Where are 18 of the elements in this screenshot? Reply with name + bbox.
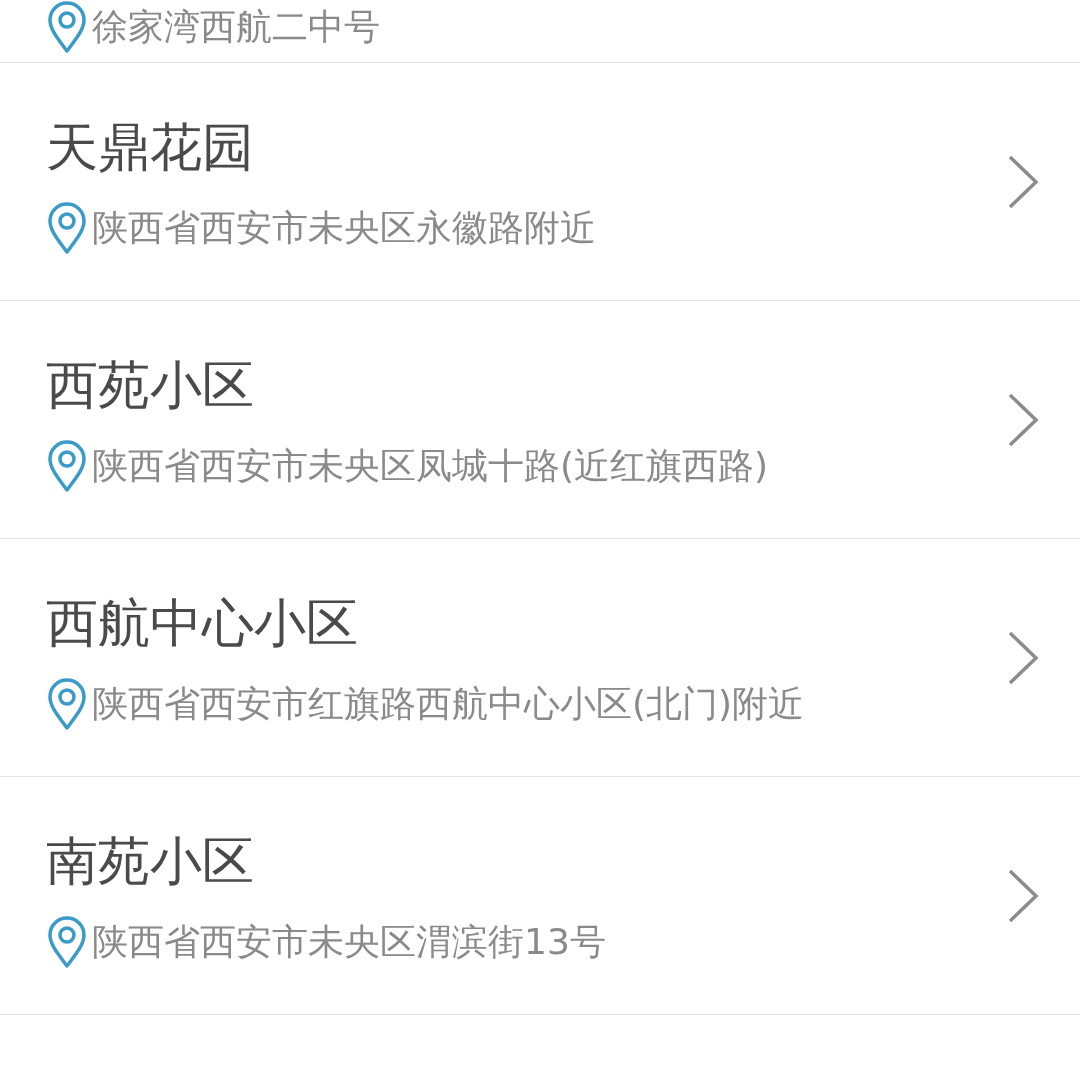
chevron-right-icon [1006,629,1040,686]
chevron-right-icon [1006,153,1040,210]
chevron-right-icon [1006,867,1040,924]
location-pin-icon [46,438,88,493]
place-name: 西航中心小区 [46,591,359,655]
place-address: 徐家湾西航二中号 [92,5,380,49]
place-address: 陕西省西安市未央区凤城十路(近红旗西路) [92,443,769,488]
location-pin-icon [46,676,88,731]
location-pin-icon [46,914,88,969]
place-name: 南苑小区 [46,829,255,893]
place-name: 西苑小区 [46,353,255,417]
place-address: 陕西省西安市未央区永徽路附近 [92,205,596,250]
location-pin-icon [46,200,88,255]
place-name: 天鼎花园 [46,115,255,179]
location-pin-icon [46,0,88,54]
chevron-right-icon [1006,391,1040,448]
place-address: 陕西省西安市未央区渭滨街13号 [92,919,606,964]
place-address: 陕西省西安市红旗路西航中心小区(北门)附近 [92,681,805,726]
